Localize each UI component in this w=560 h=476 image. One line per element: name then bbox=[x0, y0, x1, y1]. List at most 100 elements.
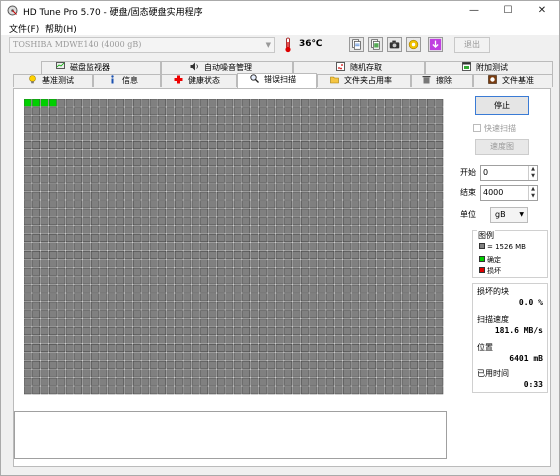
scan-block bbox=[183, 242, 192, 251]
scan-block bbox=[376, 157, 385, 166]
scan-block bbox=[99, 141, 108, 150]
tab-error-scan[interactable]: 错误扫描 bbox=[237, 73, 317, 88]
end-input[interactable]: 4000 ▲ ▼ bbox=[480, 185, 538, 201]
scan-block bbox=[225, 352, 234, 361]
scan-block bbox=[99, 217, 108, 226]
scan-block bbox=[149, 377, 158, 386]
spin-arrows-icon[interactable]: ▲ ▼ bbox=[528, 186, 537, 200]
scan-block bbox=[410, 310, 419, 319]
scan-block bbox=[183, 183, 192, 192]
tab-folder-usage[interactable]: 文件夹占用率 bbox=[317, 74, 411, 87]
scan-block bbox=[309, 335, 318, 344]
scan-block bbox=[393, 284, 402, 293]
scan-block bbox=[410, 107, 419, 116]
scan-block bbox=[116, 259, 125, 268]
scan-block bbox=[275, 386, 284, 395]
unit-select[interactable]: gB ▼ bbox=[490, 207, 528, 223]
scan-block bbox=[250, 327, 259, 336]
scan-block bbox=[225, 344, 234, 352]
scan-block bbox=[326, 183, 335, 192]
quick-scan-checkbox[interactable]: 快速扫描 bbox=[473, 123, 516, 134]
scan-block bbox=[384, 107, 393, 116]
tab-label: 自动噪音管理 bbox=[204, 63, 252, 72]
scan-block bbox=[418, 276, 427, 285]
scan-block bbox=[292, 310, 301, 319]
scan-block bbox=[107, 276, 116, 285]
tab-disk-monitor[interactable]: 磁盘监视器 bbox=[41, 61, 161, 74]
tab-health[interactable]: 健康状态 bbox=[161, 74, 237, 87]
scan-block bbox=[376, 318, 385, 327]
scan-block bbox=[191, 369, 200, 378]
scan-block bbox=[275, 99, 284, 107]
scan-block bbox=[384, 276, 393, 285]
scan-block bbox=[275, 242, 284, 251]
scan-block bbox=[65, 124, 74, 133]
scan-block bbox=[267, 259, 276, 268]
scan-block bbox=[351, 132, 360, 141]
drive-select[interactable]: TOSHIBA MDWE140 (4000 gB) ▼ bbox=[9, 37, 275, 53]
scan-block bbox=[107, 267, 116, 276]
scan-block bbox=[300, 141, 309, 150]
menu-file[interactable]: 文件(F) bbox=[9, 22, 39, 35]
scan-block bbox=[107, 99, 116, 107]
start-input[interactable]: 0 ▲ ▼ bbox=[480, 165, 538, 181]
scan-block bbox=[242, 318, 251, 327]
scan-block bbox=[275, 107, 284, 116]
scan-block bbox=[267, 115, 276, 124]
scan-block bbox=[309, 107, 318, 116]
menu-help[interactable]: 帮助(H) bbox=[45, 22, 77, 35]
scan-block bbox=[300, 124, 309, 133]
tab-extra-tests[interactable]: 附加测试 bbox=[425, 61, 553, 74]
scan-block bbox=[149, 344, 158, 352]
scan-block bbox=[158, 386, 167, 395]
scan-block bbox=[40, 200, 49, 209]
scan-block bbox=[334, 369, 343, 378]
scan-block bbox=[225, 293, 234, 302]
spin-arrows-icon[interactable]: ▲ ▼ bbox=[528, 166, 537, 180]
stop-button[interactable]: 停止 bbox=[475, 96, 529, 115]
scan-block bbox=[48, 327, 57, 336]
options-icon[interactable] bbox=[406, 37, 421, 52]
scan-block bbox=[309, 327, 318, 336]
scan-block bbox=[334, 344, 343, 352]
scan-block bbox=[393, 369, 402, 378]
exit-button[interactable]: 退出 bbox=[454, 37, 490, 53]
scan-block bbox=[158, 217, 167, 226]
scan-block bbox=[24, 234, 32, 243]
close-button[interactable]: ✕ bbox=[525, 1, 559, 21]
scan-block bbox=[183, 115, 192, 124]
scan-block bbox=[418, 352, 427, 361]
speed-map-button[interactable]: 速度图 bbox=[475, 139, 529, 155]
scan-block bbox=[149, 242, 158, 251]
scan-block bbox=[384, 242, 393, 251]
copy-text-icon[interactable] bbox=[349, 37, 364, 52]
minimize-button[interactable]: — bbox=[457, 1, 491, 21]
maximize-button[interactable]: ☐ bbox=[491, 1, 525, 21]
scan-block bbox=[410, 360, 419, 369]
scan-block bbox=[292, 327, 301, 336]
tab-benchmark[interactable]: 基准测试 bbox=[13, 74, 93, 87]
scan-block bbox=[183, 310, 192, 319]
scan-block bbox=[258, 293, 267, 302]
scan-block bbox=[90, 386, 99, 395]
scan-block bbox=[183, 301, 192, 310]
scan-block bbox=[174, 191, 183, 200]
scan-block bbox=[149, 386, 158, 395]
scan-block bbox=[317, 234, 326, 243]
scan-block bbox=[208, 310, 217, 319]
scan-block bbox=[216, 344, 225, 352]
tab-file-benchmark[interactable]: 文件基准 bbox=[473, 74, 553, 87]
scan-block bbox=[158, 318, 167, 327]
save-download-icon[interactable] bbox=[428, 37, 443, 52]
scan-block bbox=[242, 157, 251, 166]
camera-icon[interactable] bbox=[387, 37, 402, 52]
tab-info[interactable]: 信息 bbox=[93, 74, 161, 87]
legend-swatch-damaged bbox=[479, 267, 485, 273]
scan-block bbox=[48, 284, 57, 293]
tab-erase[interactable]: 擦除 bbox=[411, 74, 473, 87]
scan-block bbox=[242, 107, 251, 116]
scan-block bbox=[275, 200, 284, 209]
scan-block bbox=[384, 377, 393, 386]
copy-all-icon[interactable] bbox=[368, 37, 383, 52]
scan-block bbox=[65, 344, 74, 352]
